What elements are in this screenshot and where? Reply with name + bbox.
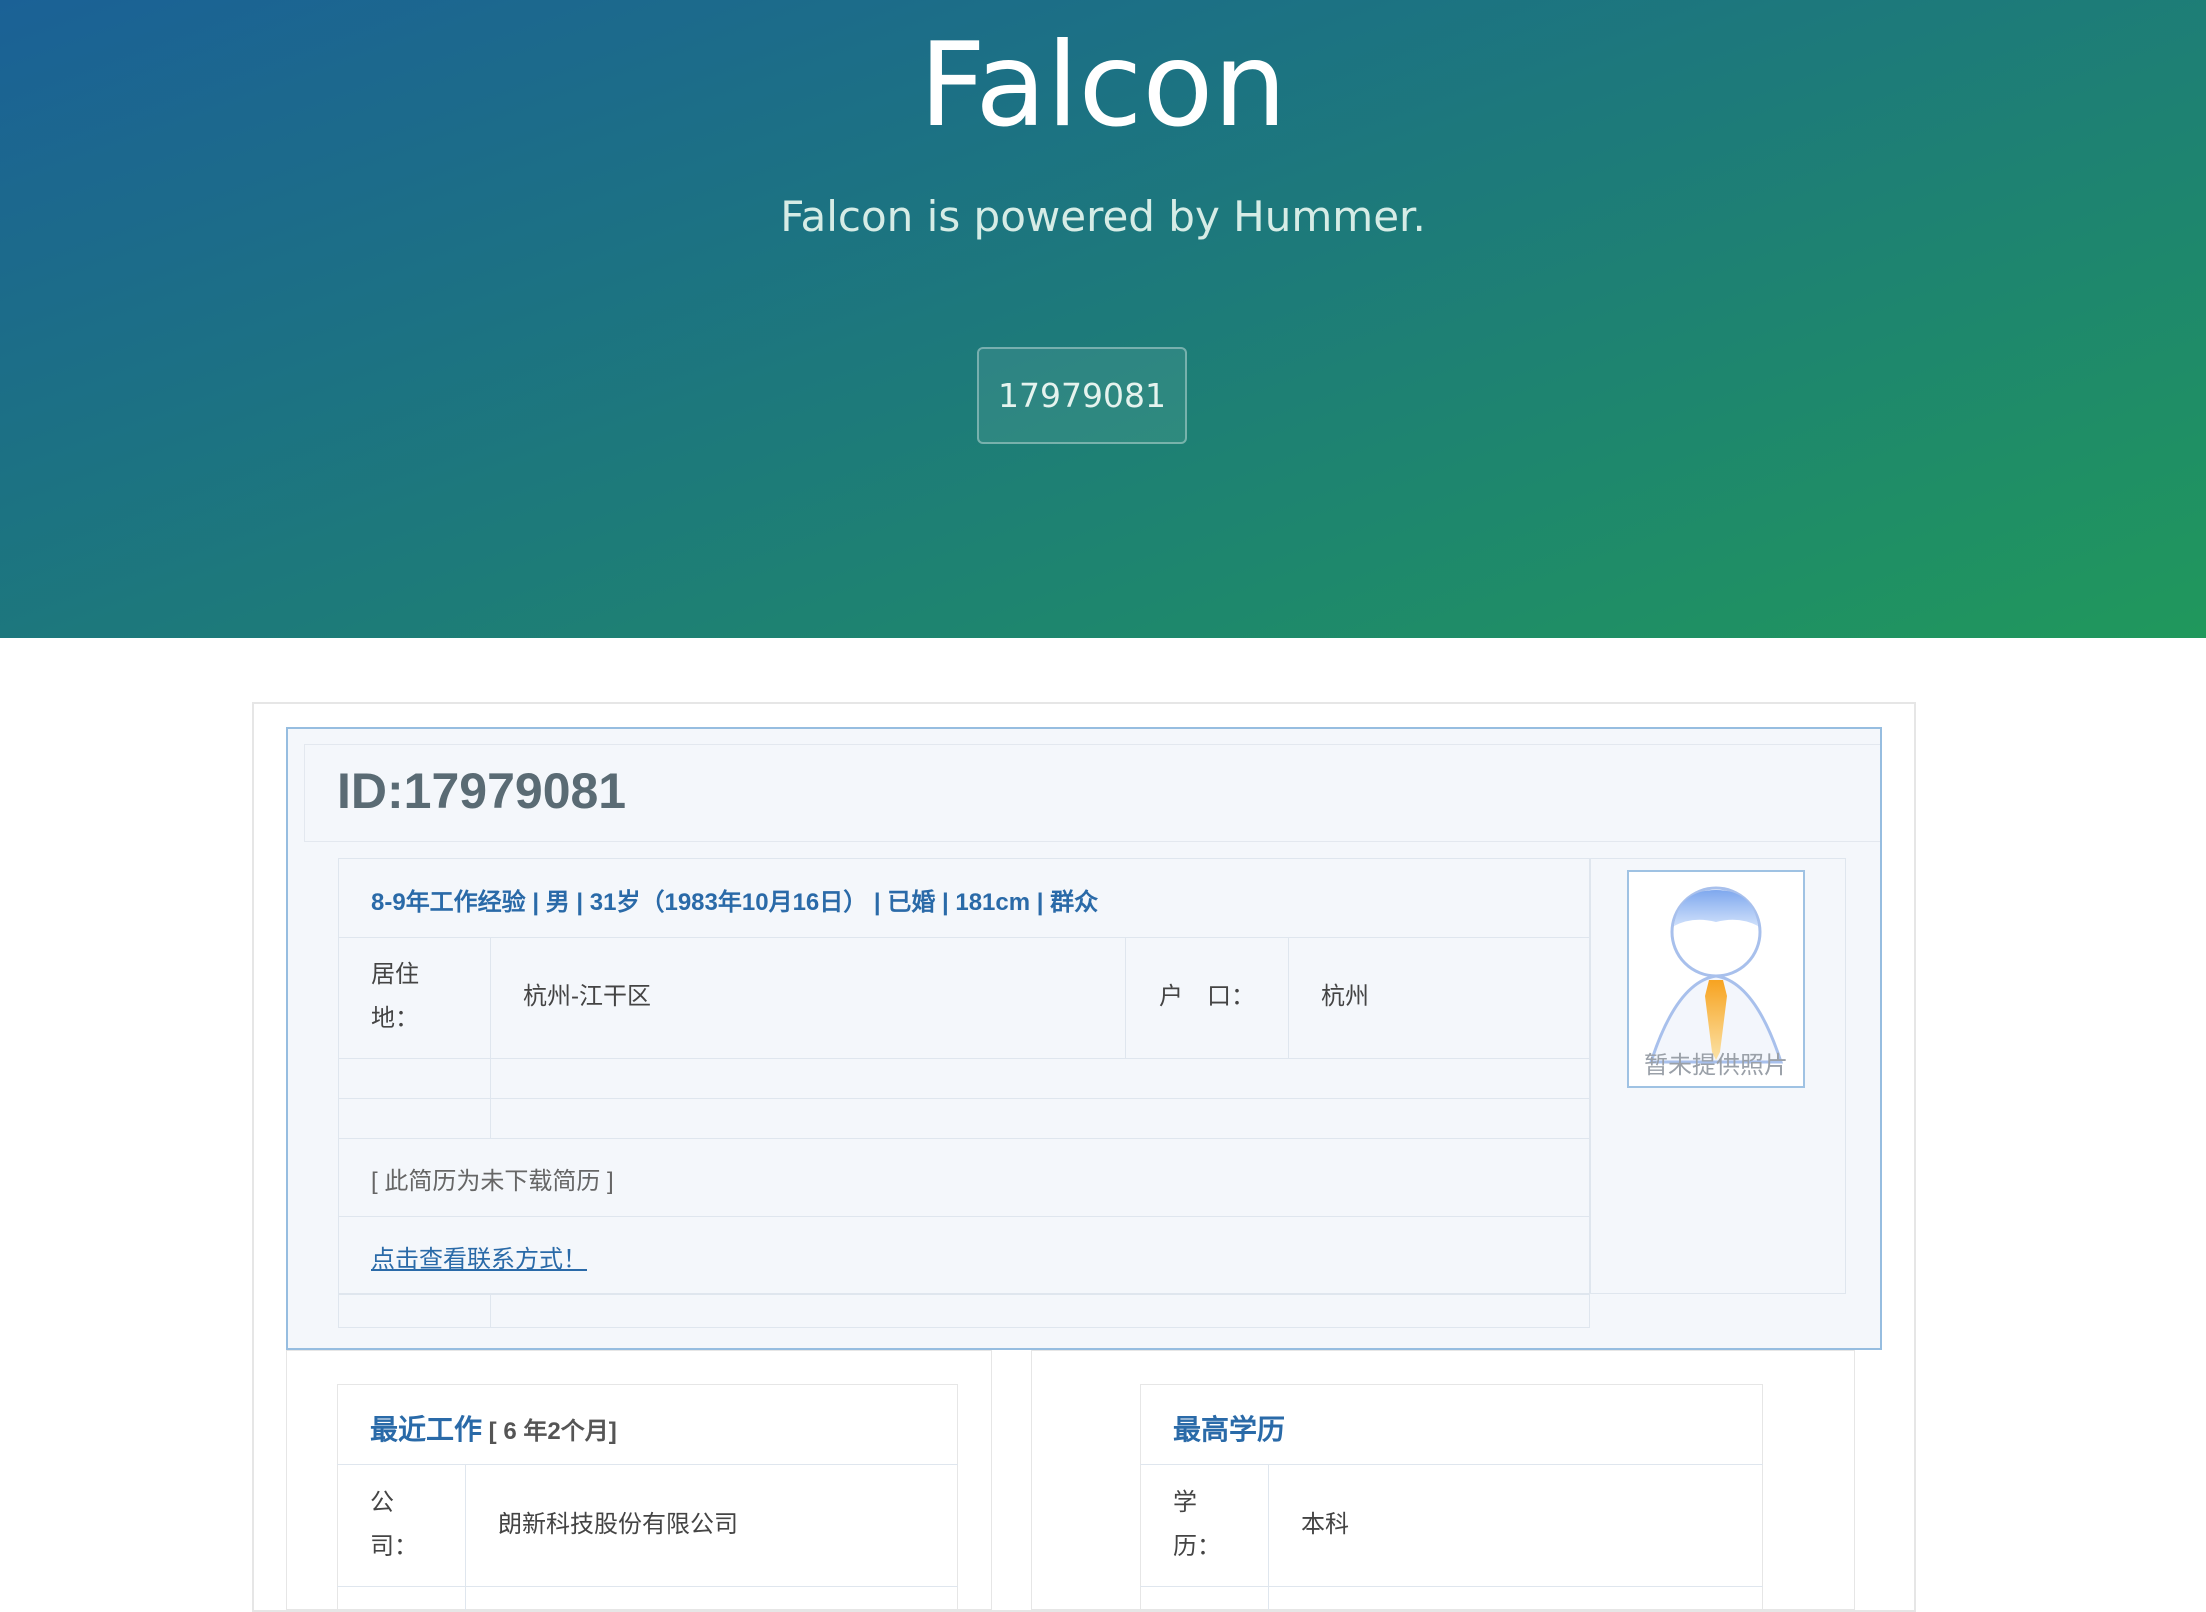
company-value: 朗新科技股份有限公司 (498, 1511, 738, 1538)
resume-id-heading: ID:17979081 (337, 763, 627, 819)
hero-title: Falcon (919, 18, 1287, 153)
recent-work-duration: [ 6 年2个月] (482, 1418, 617, 1445)
hero-banner: Falcon Falcon is powered by Hummer. 1797… (0, 0, 2206, 638)
recent-work-title-text: 最近工作 (370, 1414, 483, 1445)
divider (338, 937, 1590, 938)
divider (465, 1464, 466, 1610)
divider (490, 1294, 491, 1328)
divider (1288, 937, 1289, 1058)
divider (1268, 1464, 1269, 1610)
view-contact-link[interactable]: 点击查看联系方式！ (371, 1239, 587, 1274)
company-label: 公司： (370, 1489, 418, 1560)
hukou-label: 户 口： (1159, 983, 1255, 1010)
divider (490, 1058, 491, 1138)
divider (338, 1216, 1590, 1217)
hukou-value: 杭州 (1321, 983, 1369, 1010)
resume-summary: 8-9年工作经验 | 男 | 31岁（1983年10月16日） | 已婚 | 1… (371, 889, 1099, 916)
degree-value: 本科 (1301, 1511, 1349, 1538)
residence-value: 杭州-江干区 (523, 983, 651, 1010)
divider (1140, 1464, 1763, 1465)
degree-label: 学历： (1173, 1489, 1221, 1560)
residence-label: 居住地： (371, 961, 419, 1032)
hero-subtitle: Falcon is powered by Hummer. (780, 192, 1426, 241)
divider (338, 1138, 1590, 1139)
profile-photo-placeholder: 暂未提供照片 (1627, 870, 1805, 1088)
resume-id-button[interactable]: 17979081 (977, 347, 1187, 444)
divider (1125, 937, 1126, 1058)
divider (1140, 1586, 1763, 1587)
divider (337, 1586, 958, 1587)
resume-note: [ 此简历为未下载简历 ] (371, 1168, 614, 1195)
recent-work-title: 最近工作 [ 6 年2个月] (370, 1408, 617, 1448)
divider (338, 1098, 1590, 1099)
education-title: 最高学历 (1173, 1414, 1286, 1445)
divider (337, 1464, 958, 1465)
divider (490, 937, 491, 1058)
photo-caption: 暂未提供照片 (1644, 1052, 1788, 1079)
divider (338, 1294, 1590, 1295)
divider (1590, 858, 1591, 1294)
divider (338, 1058, 1590, 1059)
